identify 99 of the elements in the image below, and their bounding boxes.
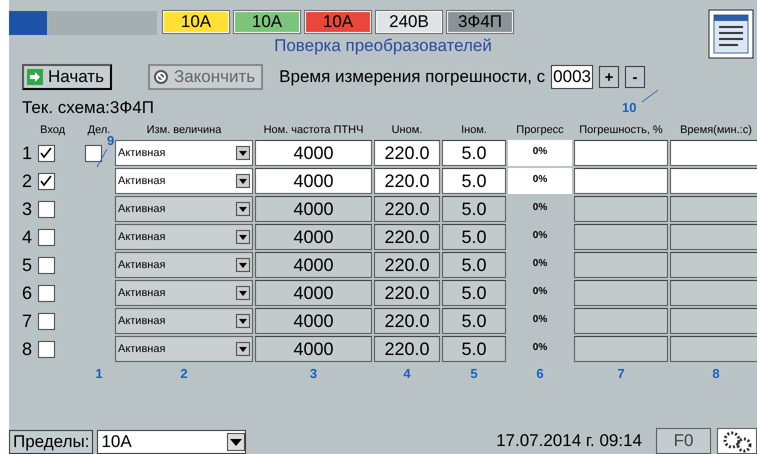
column-header: Изм. величина bbox=[146, 124, 222, 136]
input-checkbox[interactable] bbox=[38, 200, 56, 218]
row-number: 8 bbox=[22, 338, 32, 360]
progress-value: 0% bbox=[532, 285, 548, 299]
callout-number: 1 bbox=[94, 366, 104, 381]
column-header: Дел. bbox=[86, 124, 110, 136]
input-checkbox[interactable] bbox=[38, 340, 56, 358]
current-field[interactable]: 5.0 bbox=[442, 140, 506, 166]
quantity-dropdown[interactable]: Активная bbox=[115, 168, 253, 194]
input-checkbox[interactable] bbox=[38, 144, 56, 162]
screen-title: Поверка преобразователей bbox=[273, 36, 493, 57]
status-block bbox=[9, 11, 47, 35]
column-header: Iном. bbox=[460, 124, 488, 136]
column-header: Прогресс bbox=[515, 124, 565, 136]
row-number: 2 bbox=[22, 170, 32, 192]
quantity-dropdown[interactable]: Активная bbox=[115, 196, 253, 222]
callout-number: 10 bbox=[622, 100, 636, 115]
frequency-field[interactable]: 4000 bbox=[255, 280, 372, 306]
voltage-field[interactable]: 220.0 bbox=[374, 140, 440, 166]
quantity-dropdown[interactable]: Активная bbox=[115, 280, 253, 306]
callout-number: 3 bbox=[308, 366, 318, 381]
current-field[interactable]: 5.0 bbox=[442, 196, 506, 222]
progress-value: 0% bbox=[532, 229, 548, 243]
current-field[interactable]: 5.0 bbox=[442, 336, 506, 362]
status-badge: 240В bbox=[376, 11, 442, 33]
row-number: 3 bbox=[22, 198, 32, 220]
status-badge: 10A bbox=[234, 11, 300, 33]
start-button[interactable]: Начать bbox=[22, 64, 112, 90]
quantity-dropdown[interactable]: Активная bbox=[115, 308, 253, 334]
column-header: Время(мин.:с) bbox=[679, 124, 753, 136]
progress-value: 0% bbox=[532, 341, 548, 355]
row-number: 5 bbox=[22, 254, 32, 276]
progress-value: 0% bbox=[532, 313, 548, 327]
quantity-dropdown[interactable]: Активная bbox=[115, 252, 253, 278]
callout-number: 6 bbox=[535, 366, 545, 381]
input-checkbox[interactable] bbox=[38, 284, 56, 302]
leader-line bbox=[641, 89, 659, 103]
voltage-field[interactable]: 220.0 bbox=[374, 280, 440, 306]
callout-number: 9 bbox=[107, 133, 114, 148]
leader-line bbox=[96, 148, 108, 168]
callout-number: 4 bbox=[402, 366, 412, 381]
input-checkbox[interactable] bbox=[38, 172, 56, 190]
row-number: 6 bbox=[22, 282, 32, 304]
frequency-field[interactable]: 4000 bbox=[255, 252, 372, 278]
callout-number: 7 bbox=[616, 366, 626, 381]
callout-number: 8 bbox=[711, 366, 721, 381]
row-number: 4 bbox=[22, 226, 32, 248]
limits-dropdown[interactable]: 10A bbox=[97, 430, 246, 454]
column-header: Ном. частота ПТНЧ bbox=[262, 124, 364, 136]
frequency-field[interactable]: 4000 bbox=[255, 336, 372, 362]
date-time: 17.07.2014 г. 09:14 bbox=[496, 431, 642, 451]
progress-value: 0% bbox=[532, 257, 548, 271]
current-field[interactable]: 5.0 bbox=[442, 308, 506, 334]
current-field[interactable]: 5.0 bbox=[442, 280, 506, 306]
voltage-field[interactable]: 220.0 bbox=[374, 224, 440, 250]
voltage-field[interactable]: 220.0 bbox=[374, 336, 440, 362]
input-checkbox[interactable] bbox=[38, 312, 56, 330]
progress-value: 0% bbox=[532, 201, 548, 215]
voltage-field[interactable]: 220.0 bbox=[374, 308, 440, 334]
input-checkbox[interactable] bbox=[38, 228, 56, 246]
status-badge: 3Ф4П bbox=[447, 11, 513, 33]
status-badge: 10A bbox=[305, 11, 371, 33]
progress-value: 0% bbox=[508, 168, 572, 194]
frequency-field[interactable]: 4000 bbox=[255, 140, 372, 166]
column-header: Uном. bbox=[390, 124, 424, 136]
current-field[interactable]: 5.0 bbox=[442, 252, 506, 278]
frequency-field[interactable]: 4000 bbox=[255, 196, 372, 222]
column-header: Погрешность, % bbox=[578, 124, 664, 136]
stop-icon bbox=[152, 69, 169, 85]
status-badge: 10A bbox=[163, 11, 229, 33]
quantity-dropdown[interactable]: Активная bbox=[115, 140, 253, 166]
divider-checkbox[interactable] bbox=[85, 144, 102, 162]
increase-button[interactable]: + bbox=[598, 66, 619, 88]
measure-time-label: Время измерения погрешности, с bbox=[279, 67, 546, 87]
document-icon[interactable] bbox=[708, 9, 754, 59]
frequency-field[interactable]: 4000 bbox=[255, 168, 372, 194]
frequency-field[interactable]: 4000 bbox=[255, 224, 372, 250]
row-number: 7 bbox=[22, 310, 32, 332]
quantity-dropdown[interactable]: Активная bbox=[115, 336, 253, 362]
function-button[interactable]: F0 bbox=[656, 428, 711, 454]
decrease-button[interactable]: - bbox=[624, 66, 645, 88]
callout-number: 5 bbox=[469, 366, 479, 381]
voltage-field[interactable]: 220.0 bbox=[374, 196, 440, 222]
arrow-icon bbox=[27, 69, 43, 85]
scheme-label: Тек. схема:3Ф4П bbox=[22, 98, 154, 118]
measure-time-field[interactable]: 0003 bbox=[551, 65, 593, 89]
input-checkbox[interactable] bbox=[38, 256, 56, 274]
voltage-field[interactable]: 220.0 bbox=[374, 168, 440, 194]
voltage-field[interactable]: 220.0 bbox=[374, 252, 440, 278]
column-header: Вход bbox=[39, 124, 66, 136]
gears-icon[interactable] bbox=[717, 428, 757, 454]
frequency-field[interactable]: 4000 bbox=[255, 308, 372, 334]
callout-number: 2 bbox=[179, 366, 189, 381]
progress-value: 0% bbox=[508, 140, 572, 166]
current-field[interactable]: 5.0 bbox=[442, 168, 506, 194]
limits-button[interactable]: Пределы: bbox=[9, 430, 94, 454]
quantity-dropdown[interactable]: Активная bbox=[115, 224, 253, 250]
current-field[interactable]: 5.0 bbox=[442, 224, 506, 250]
row-number: 1 bbox=[22, 142, 32, 164]
